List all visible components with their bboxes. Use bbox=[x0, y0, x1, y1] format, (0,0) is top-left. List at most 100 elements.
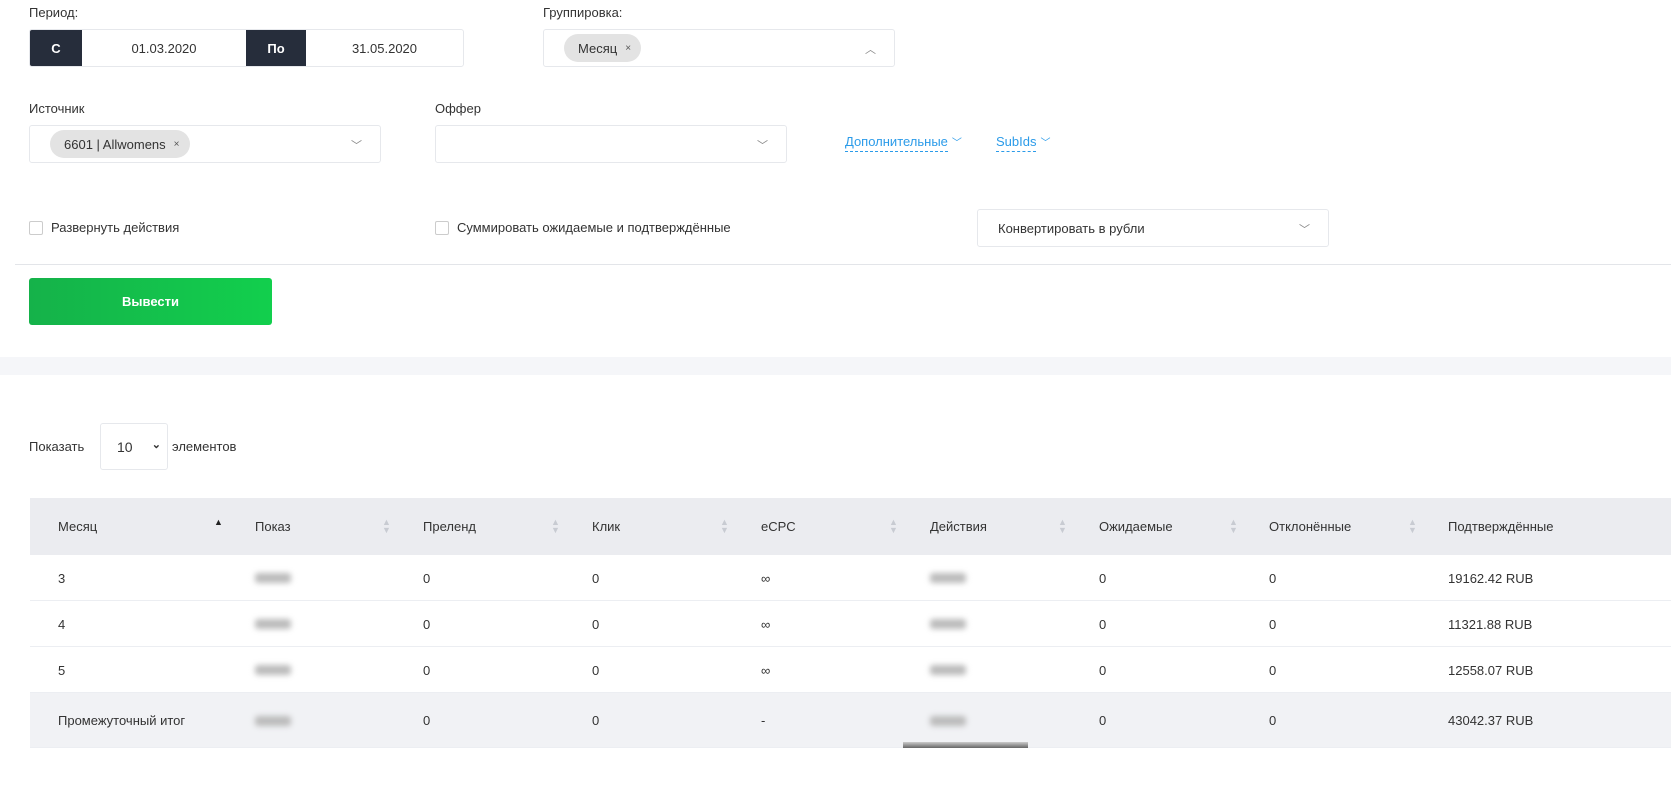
convert-select-value: Конвертировать в рубли bbox=[998, 220, 1145, 236]
blurred-value bbox=[930, 619, 966, 629]
sort-icon[interactable]: ▲ ▼ bbox=[382, 518, 391, 535]
cell-prelend: 0 bbox=[423, 570, 431, 586]
subids-link[interactable]: SubIds ﹀ bbox=[996, 134, 1051, 152]
chevron-down-icon: ﹀ bbox=[951, 138, 962, 149]
grouping-chip: Месяц × bbox=[564, 34, 642, 62]
col-click[interactable]: Клик bbox=[592, 498, 620, 555]
cell-confirmed: 19162.42 RUB bbox=[1448, 570, 1534, 586]
chevron-down-icon[interactable]: ﹀ bbox=[757, 137, 768, 153]
chevron-down-icon: ﹀ bbox=[1040, 138, 1051, 149]
blurred-value bbox=[930, 573, 966, 583]
sort-icon[interactable]: ▲ ▼ bbox=[1058, 518, 1067, 535]
redacted-value bbox=[930, 555, 966, 601]
col-rejected[interactable]: Отклонённые bbox=[1269, 498, 1351, 555]
page-size-select[interactable]: 10 ⌄ bbox=[100, 423, 168, 470]
cell-rejected: 0 bbox=[1269, 713, 1277, 728]
grouping-select[interactable]: Месяц × ︿ bbox=[543, 29, 895, 67]
blurred-value bbox=[255, 573, 291, 583]
redacted-value bbox=[255, 647, 291, 693]
horizontal-scrollbar[interactable] bbox=[903, 742, 1028, 748]
elements-label: элементов bbox=[172, 439, 237, 454]
source-select[interactable]: 6601 | Allwomens × ﹀ bbox=[29, 125, 381, 163]
col-shows[interactable]: Показ bbox=[255, 498, 291, 555]
cell-month: 3 bbox=[58, 570, 66, 586]
table-row: 3 0 0 ∞ 0 0 19162.42 RUB bbox=[30, 555, 1671, 601]
blurred-value bbox=[255, 715, 291, 726]
chip-label: Месяц bbox=[578, 40, 618, 56]
chevron-down-icon: ⌄ bbox=[151, 439, 161, 451]
remove-chip-icon[interactable]: × bbox=[174, 139, 180, 150]
sort-icon[interactable]: ▲ ▼ bbox=[889, 518, 898, 535]
additional-link[interactable]: Дополнительные ﹀ bbox=[845, 134, 962, 152]
cell-click: 0 bbox=[592, 662, 600, 678]
col-expected[interactable]: Ожидаемые bbox=[1099, 498, 1173, 555]
sort-icon[interactable]: ▲ ▼ bbox=[720, 518, 729, 535]
col-actions[interactable]: Действия bbox=[930, 498, 987, 555]
checkbox[interactable] bbox=[435, 220, 449, 235]
chevron-down-icon: ﹀ bbox=[1299, 224, 1310, 236]
col-ecpc[interactable]: eCPC bbox=[761, 498, 796, 555]
redacted-value bbox=[255, 555, 291, 601]
source-label: Источник bbox=[29, 101, 85, 116]
cell-month: 5 bbox=[58, 662, 66, 678]
chevron-up-icon[interactable]: ︿ bbox=[865, 41, 876, 57]
cell-click: 0 bbox=[592, 570, 600, 586]
additional-link-label: Дополнительные bbox=[845, 134, 948, 152]
subtotal-row: Промежуточный итог 0 0 - 0 0 43042.37 RUB bbox=[30, 693, 1671, 748]
to-date-input[interactable]: 31.05.2020 bbox=[306, 30, 463, 66]
divider bbox=[15, 264, 1671, 265]
submit-button[interactable]: Вывести bbox=[29, 278, 272, 325]
page-size-value: 10 bbox=[117, 438, 133, 455]
cell-expected: 0 bbox=[1099, 662, 1107, 678]
cell-expected: 0 bbox=[1099, 616, 1107, 632]
cell-month: 4 bbox=[58, 616, 66, 632]
cell-ecpc: ∞ bbox=[761, 662, 771, 678]
col-prelend[interactable]: Преленд bbox=[423, 498, 476, 555]
remove-chip-icon[interactable]: × bbox=[625, 43, 631, 54]
cell-expected: 0 bbox=[1099, 570, 1107, 586]
col-confirmed[interactable]: Подтверждённые bbox=[1448, 498, 1554, 555]
redacted-value bbox=[255, 601, 291, 647]
cell-prelend: 0 bbox=[423, 662, 431, 678]
cell-rejected: 0 bbox=[1269, 570, 1277, 586]
section-gap bbox=[0, 357, 1671, 375]
cell-confirmed: 11321.88 RUB bbox=[1448, 616, 1533, 632]
blurred-value bbox=[930, 665, 966, 675]
table-row: 4 0 0 ∞ 0 0 11321.88 RUB bbox=[30, 601, 1671, 647]
offer-select[interactable]: ﹀ bbox=[435, 125, 787, 163]
table-row: 5 0 0 ∞ 0 0 12558.07 RUB bbox=[30, 647, 1671, 693]
cell-prelend: 0 bbox=[423, 713, 431, 728]
period-range: С 01.03.2020 По 31.05.2020 bbox=[29, 29, 464, 67]
sort-icon[interactable]: ▲ ▼ bbox=[551, 518, 560, 535]
blurred-value bbox=[930, 715, 966, 726]
expand-actions-checkbox[interactable]: Развернуть действия bbox=[29, 220, 179, 235]
sum-expected-checkbox[interactable]: Суммировать ожидаемые и подтверждённые bbox=[435, 220, 731, 235]
col-month[interactable]: Месяц bbox=[58, 498, 97, 555]
from-date-input[interactable]: 01.03.2020 bbox=[82, 30, 246, 66]
redacted-value bbox=[930, 647, 966, 693]
cell-ecpc: ∞ bbox=[761, 616, 771, 632]
table-header: Месяц ▲ Показ ▲ ▼ Преленд ▲ ▼ Клик ▲ ▼ eCPC ▲ ▼ Д… bbox=[30, 498, 1671, 555]
sort-icon[interactable]: ▲ ▼ bbox=[1408, 518, 1417, 535]
source-chip: 6601 | Allwomens × bbox=[50, 130, 190, 158]
convert-select[interactable]: Конвертировать в рубли ﹀ bbox=[977, 209, 1329, 247]
subids-link-label: SubIds bbox=[996, 134, 1037, 152]
cell-expected: 0 bbox=[1099, 713, 1107, 728]
cell-click: 0 bbox=[592, 713, 600, 728]
from-label: С bbox=[30, 30, 82, 66]
cell-prelend: 0 bbox=[423, 616, 431, 632]
sort-asc-icon[interactable]: ▲ bbox=[214, 518, 223, 527]
filter-panel: Период: С 01.03.2020 По 31.05.2020 Групп… bbox=[0, 0, 1671, 357]
cell-rejected: 0 bbox=[1269, 616, 1277, 632]
sort-icon[interactable]: ▲ ▼ bbox=[1229, 518, 1238, 535]
grouping-label: Группировка: bbox=[543, 5, 623, 20]
cell-ecpc: ∞ bbox=[761, 570, 771, 586]
chevron-down-icon[interactable]: ﹀ bbox=[351, 137, 362, 153]
blurred-value bbox=[255, 665, 291, 675]
cell-confirmed: 12558.07 RUB bbox=[1448, 662, 1534, 678]
checkbox[interactable] bbox=[29, 220, 43, 235]
checkbox-label: Суммировать ожидаемые и подтверждённые bbox=[457, 220, 731, 235]
cell-month: Промежуточный итог bbox=[58, 713, 186, 728]
cell-ecpc: - bbox=[761, 713, 766, 728]
offer-label: Оффер bbox=[435, 101, 481, 116]
